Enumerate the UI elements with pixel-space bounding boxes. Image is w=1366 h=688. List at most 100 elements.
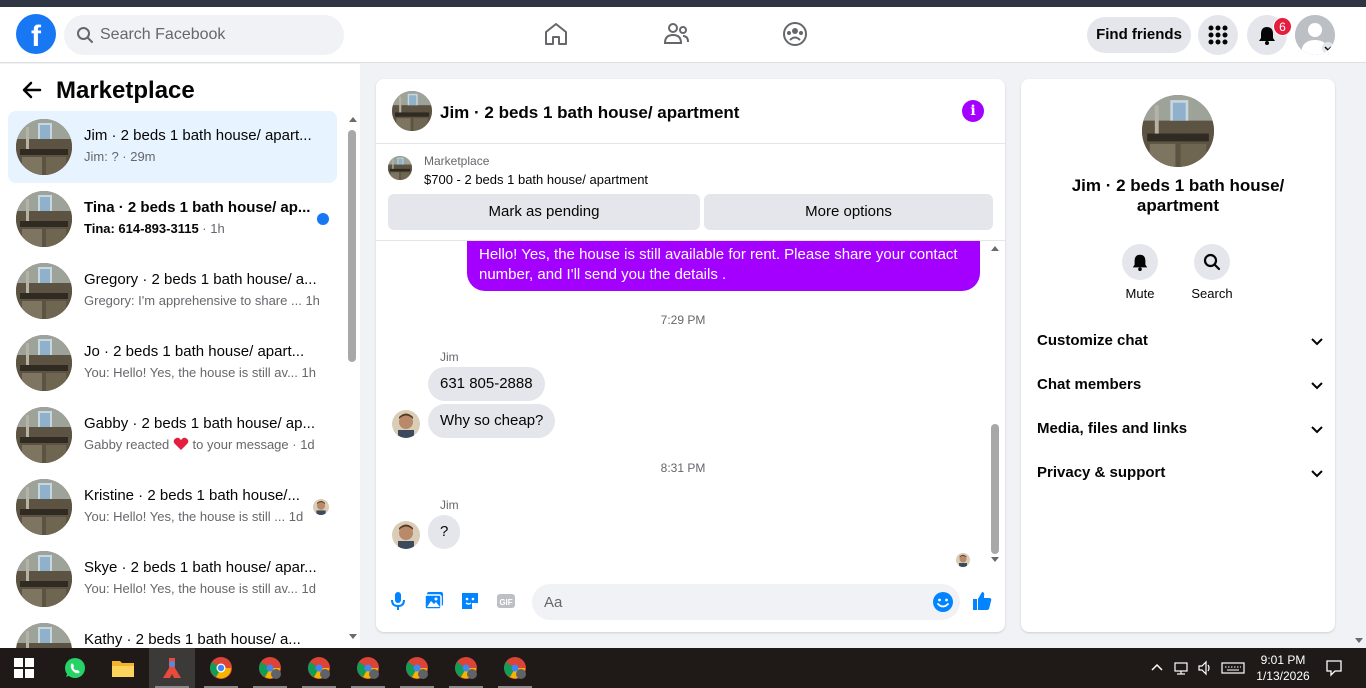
sender-avatar[interactable] — [392, 410, 420, 438]
preview-text: You: Hello! Yes, the house is still av..… — [84, 365, 298, 380]
friends-icon[interactable] — [661, 19, 691, 49]
conversation-item[interactable]: Kristine · 2 beds 1 bath house/... You: … — [8, 471, 337, 543]
windows-start-icon[interactable] — [14, 658, 34, 678]
media-files-links-row[interactable]: Media, files and links — [1037, 409, 1325, 449]
privacy-support-row[interactable]: Privacy & support — [1037, 453, 1325, 493]
volume-icon[interactable] — [1197, 660, 1213, 676]
top-navbar: f Find friends 6 — [0, 7, 1366, 63]
conversation-item[interactable]: Tina · 2 beds 1 bath house/ ap... Tina: … — [8, 183, 337, 255]
listing-thumbnail — [16, 551, 72, 607]
chrome-profile-taskbar-app[interactable] — [247, 648, 293, 688]
mark-as-pending-button[interactable]: Mark as pending — [388, 194, 700, 230]
more-options-button[interactable]: More options — [704, 194, 993, 230]
chrome-profile-taskbar-app[interactable] — [296, 648, 342, 688]
sender-avatar[interactable] — [392, 521, 420, 549]
preview-time: · 1h — [198, 221, 225, 236]
listing-thumbnail[interactable] — [388, 156, 412, 180]
chrome-taskbar-app[interactable] — [198, 648, 244, 688]
conversation-item[interactable]: Jo · 2 beds 1 bath house/ apart... You: … — [8, 327, 337, 399]
preview-time: 1h — [305, 293, 320, 308]
conversation-item[interactable]: Kathy · 2 beds 1 bath house/ a... — [8, 615, 337, 648]
conversation-preview: Tina: 614-893-3115 · 1h — [84, 221, 334, 236]
search-icon-wrap[interactable] — [1194, 244, 1230, 280]
sticker-icon[interactable] — [459, 590, 481, 612]
outgoing-message[interactable]: Hello! Yes, the house is still available… — [467, 241, 980, 291]
chrome-profile-taskbar-app[interactable] — [492, 648, 538, 688]
scroll-down-arrow-icon[interactable] — [990, 555, 1000, 565]
sender-name: Jim — [440, 498, 459, 512]
listing-thumbnail — [16, 263, 72, 319]
chat-header: Jim · 2 beds 1 bath house/ apartment i — [376, 79, 1005, 144]
thumbs-up-icon[interactable] — [971, 590, 993, 612]
message-input-box[interactable] — [532, 584, 960, 620]
conversation-item[interactable]: Skye · 2 beds 1 bath house/ apar... You:… — [8, 543, 337, 615]
keyboard-icon[interactable] — [1221, 660, 1245, 676]
marketplace-label: Marketplace — [424, 154, 490, 168]
system-clock[interactable]: 9:01 PM 1/13/2026 — [1250, 652, 1316, 684]
conversation-item[interactable]: Jim · 2 beds 1 bath house/ apart... Jim:… — [8, 111, 337, 183]
file-explorer-taskbar-app[interactable] — [100, 648, 146, 688]
grid-menu-icon — [1208, 25, 1228, 45]
back-arrow-icon[interactable] — [20, 78, 44, 102]
chrome-profile-taskbar-app[interactable] — [345, 648, 391, 688]
find-friends-button[interactable]: Find friends — [1087, 17, 1191, 53]
clock-date: 1/13/2026 — [1256, 669, 1310, 683]
page-scrollbar[interactable] — [1352, 64, 1366, 648]
chat-members-row[interactable]: Chat members — [1037, 365, 1325, 405]
listing-thumbnail — [16, 335, 72, 391]
scroll-down-arrow-icon[interactable] — [1354, 636, 1364, 646]
chat-title[interactable]: Jim · 2 beds 1 bath house/ apartment — [440, 103, 739, 123]
message-input[interactable] — [544, 584, 914, 620]
conversation-item[interactable]: Gregory · 2 beds 1 bath house/ a... Greg… — [8, 255, 337, 327]
microphone-icon[interactable] — [387, 590, 409, 612]
listing-thumbnail — [16, 119, 72, 175]
listing-thumbnail — [16, 623, 72, 648]
incoming-message[interactable]: 631 805-2888 — [428, 367, 545, 401]
bell-icon — [1132, 254, 1148, 271]
profile-avatar[interactable] — [1295, 15, 1335, 55]
search-conversation-button[interactable]: Search — [1182, 244, 1242, 301]
incoming-message[interactable]: Why so cheap? — [428, 404, 556, 438]
chrome-profile-taskbar-app[interactable] — [443, 648, 489, 688]
search-input[interactable] — [100, 15, 330, 55]
chat-scroll-thumb[interactable] — [991, 424, 999, 554]
scroll-down-arrow-icon[interactable] — [348, 632, 358, 642]
preview-text: You: Hello! Yes, the house is still ... — [84, 509, 286, 524]
info-icon[interactable]: i — [962, 100, 984, 122]
conversation-name: Tina · 2 beds 1 bath house/ ap... — [84, 199, 311, 216]
scroll-up-arrow-icon[interactable] — [990, 243, 1000, 253]
chevron-up-icon[interactable] — [1149, 660, 1165, 676]
sidebar-scroll-thumb[interactable] — [348, 130, 356, 362]
marketplace-sidebar: Marketplace Jim · 2 beds 1 bath house/ a… — [0, 64, 360, 648]
network-icon[interactable] — [1173, 660, 1189, 676]
mute-button[interactable]: Mute — [1110, 244, 1170, 301]
emoji-icon[interactable] — [932, 591, 954, 613]
chrome-profile-taskbar-app[interactable] — [394, 648, 440, 688]
search-icon — [1203, 253, 1221, 271]
listing-title[interactable]: $700 - 2 beds 1 bath house/ apartment — [424, 172, 648, 187]
home-icon[interactable] — [541, 19, 571, 49]
photo-icon[interactable] — [423, 590, 445, 612]
listing-thumbnail — [16, 407, 72, 463]
chat-avatar[interactable] — [392, 91, 432, 131]
action-center-icon[interactable] — [1325, 659, 1343, 677]
conversation-preview: You: Hello! Yes, the house is still av..… — [84, 365, 334, 380]
app-taskbar-app[interactable] — [149, 648, 195, 688]
chrome-profile-icon — [406, 657, 428, 679]
gif-icon[interactable]: GIF — [495, 590, 517, 612]
menu-button[interactable] — [1198, 15, 1238, 55]
scroll-up-arrow-icon[interactable] — [348, 114, 358, 124]
groups-icon[interactable] — [780, 19, 810, 49]
clock-time: 9:01 PM — [1260, 653, 1306, 667]
heart-icon — [173, 437, 189, 450]
conversation-avatar[interactable] — [1142, 95, 1214, 167]
customize-chat-row[interactable]: Customize chat — [1037, 321, 1325, 361]
preview-text: You: Hello! Yes, the house is still av..… — [84, 581, 298, 596]
mute-icon-wrap[interactable] — [1122, 244, 1158, 280]
conversation-item[interactable]: Gabby · 2 beds 1 bath house/ ap... Gabby… — [8, 399, 337, 471]
search-box[interactable] — [64, 15, 344, 55]
whatsapp-taskbar-app[interactable] — [51, 648, 97, 688]
facebook-logo[interactable]: f — [16, 14, 56, 54]
incoming-message[interactable]: ? — [428, 515, 461, 549]
svg-text:GIF: GIF — [499, 598, 512, 607]
